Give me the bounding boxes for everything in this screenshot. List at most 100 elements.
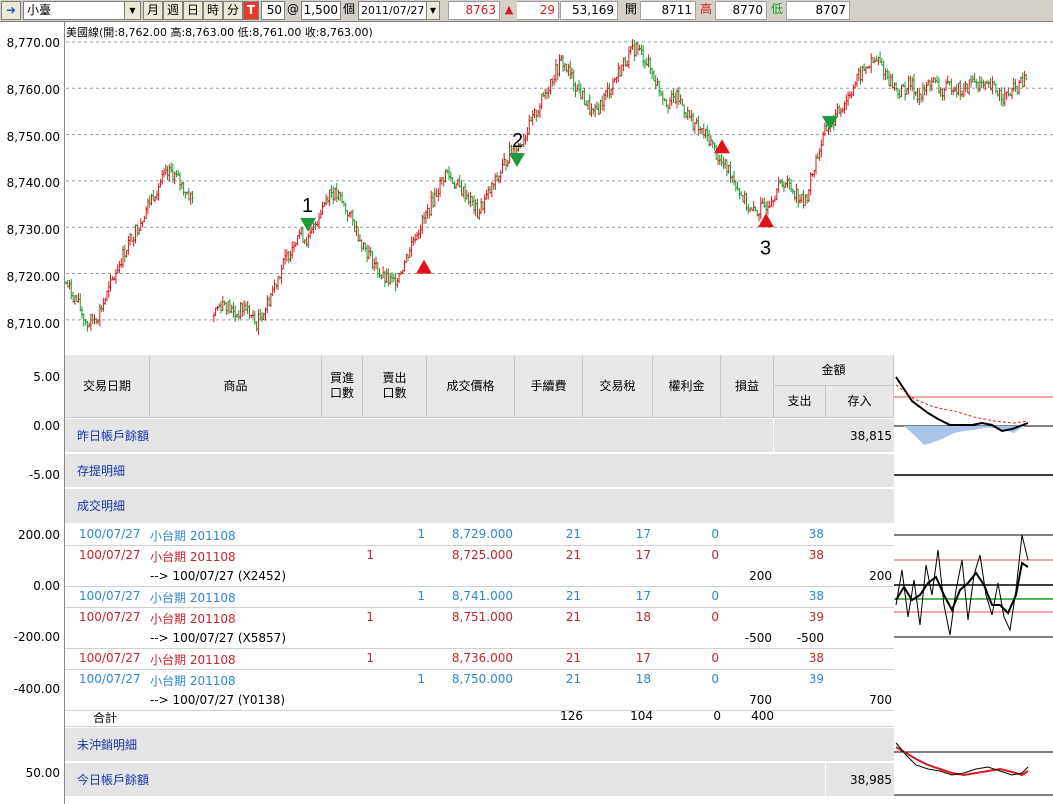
ohlc-bar [944, 79, 948, 91]
ohlc-bar [114, 268, 118, 284]
ohlc-bar [526, 127, 529, 142]
ohlc-bar [887, 70, 891, 87]
ohlc-bar [798, 194, 802, 204]
indicator-panel-2 [894, 534, 1053, 638]
open-label: 開 [624, 2, 637, 16]
ohlc-bar [285, 249, 289, 262]
ohlc-bar [136, 223, 139, 237]
header-premium: 權利金 [653, 355, 721, 418]
ohlc-bar [722, 156, 725, 170]
table-row[interactable]: 100/07/27 小台期 201108 1 8,751.000 21 18 0 39 [65, 608, 894, 629]
settlement-row[interactable]: --> 100/07/27 (X2452) 200 200 [65, 567, 894, 587]
ohlc-bar [212, 312, 216, 323]
ohlc-bar [228, 299, 232, 314]
ohlc-bar [536, 109, 540, 118]
ohlc-bar [410, 236, 413, 257]
ohlc-bar [843, 101, 846, 114]
ohlc-bar [895, 82, 898, 92]
at-label: @ [287, 2, 299, 16]
header-tax: 交易稅 [583, 355, 653, 418]
ohlc-bar [317, 212, 321, 229]
ohlc-bar [348, 211, 351, 218]
ohlc-bar [332, 186, 335, 205]
settlement-pnl: 700 [749, 693, 772, 707]
cell-tax: 17 [635, 589, 651, 603]
ohlc-bar [964, 81, 967, 92]
ohlc-bar [330, 185, 333, 198]
cell-tax: 18 [635, 610, 651, 624]
day-button[interactable]: 日 [183, 1, 203, 20]
axis-label: -200.00 [13, 630, 60, 644]
table-row[interactable]: 100/07/27 小台期 201108 1 8,750.000 21 18 0 39 [65, 670, 894, 691]
ohlc-bar [139, 218, 142, 231]
ohlc-bar [98, 303, 101, 327]
ohlc-bar [75, 294, 78, 303]
tick-button[interactable]: T [243, 1, 259, 20]
cell-date: 100/07/27 [79, 672, 141, 686]
ohlc-bar [549, 79, 552, 95]
prev-balance-label: 昨日帳戶餘額 [77, 429, 150, 443]
settlement-in: 700 [869, 693, 892, 707]
ohlc-bar [355, 220, 358, 236]
ohlc-bar [221, 296, 224, 311]
ohlc-bar [487, 186, 490, 200]
ohlc-bar [1023, 70, 1026, 87]
date-select[interactable]: 2011/07/27 ▼ [358, 1, 440, 20]
quantity-unit: 個 [342, 2, 355, 16]
ohlc-bar [652, 70, 656, 82]
ohlc-bar [271, 285, 274, 296]
ohlc-bar [291, 241, 294, 259]
cell-price: 8,750.000 [451, 672, 513, 686]
price-axis-label: 8,760.00 [6, 82, 60, 97]
settlement-row[interactable]: --> 100/07/27 (X5857) -500 -500 [65, 629, 894, 649]
ohlc-bar [711, 139, 714, 148]
ohlc-bar [941, 88, 944, 101]
ohlc-bar [335, 182, 338, 203]
ohlc-bar [168, 164, 171, 182]
ohlc-bar [809, 171, 812, 196]
ohlc-bar [896, 87, 900, 99]
ohlc-bar [419, 224, 422, 239]
chevron-down-icon[interactable]: ▼ [426, 2, 439, 19]
table-row[interactable]: 100/07/27 小台期 201108 1 8,741.000 21 17 0 38 [65, 587, 894, 608]
ohlc-bar [326, 195, 330, 204]
quantity-input[interactable]: 1,500 [301, 1, 341, 20]
cell-buy: 1 [366, 610, 374, 624]
chart-legend: 美國線(開:8,762.00 高:8,763.00 低:8,761.00 收:8… [66, 26, 373, 39]
symbol-select[interactable]: 小臺 ▼ [23, 1, 141, 20]
ohlc-bar [283, 249, 287, 265]
month-button[interactable]: 月 [143, 1, 163, 20]
table-row[interactable]: 100/07/27 小台期 201108 1 8,736.000 21 17 0 38 [65, 649, 894, 670]
hour-button[interactable]: 時 [203, 1, 223, 20]
chevron-down-icon[interactable]: ▼ [124, 2, 140, 19]
ohlc-bar [725, 159, 729, 177]
axis-label: -400.00 [13, 682, 60, 696]
axis-label: 0.00 [33, 419, 60, 433]
price-chart[interactable]: 1 2 3 [0, 22, 1053, 355]
ohlc-bar [615, 76, 618, 84]
arrow-right-icon[interactable]: ➜ [1, 1, 21, 20]
cell-prem: 0 [711, 672, 719, 686]
ohlc-bar [132, 236, 135, 247]
table-row[interactable]: 100/07/27 小台期 201108 1 8,725.000 21 17 0 38 [65, 546, 894, 567]
ohlc-bar [232, 302, 235, 318]
ohlc-bar [321, 201, 324, 215]
ohlc-bar [991, 76, 994, 95]
minute-button[interactable]: 分 [223, 1, 243, 20]
indicator-panel-1 [894, 376, 1053, 476]
ohlc-bar [465, 189, 468, 200]
interval-input[interactable]: 50 [261, 1, 285, 20]
today-balance-row: 今日帳戶餘額 38,985 [65, 763, 894, 797]
week-button[interactable]: 週 [163, 1, 183, 20]
ohlc-bar [255, 321, 258, 332]
ohlc-bar [239, 301, 242, 320]
ohlc-bar [996, 90, 999, 97]
ohlc-bar [540, 93, 543, 110]
ohlc-bar [805, 193, 809, 204]
ohlc-bar [538, 103, 542, 118]
ohlc-bar [127, 235, 130, 255]
ohlc-bar [248, 305, 251, 320]
ohlc-bar [346, 210, 349, 222]
table-row[interactable]: 100/07/27 小台期 201108 1 8,729.000 21 17 0 38 [65, 525, 894, 546]
ohlc-bar [757, 212, 761, 222]
